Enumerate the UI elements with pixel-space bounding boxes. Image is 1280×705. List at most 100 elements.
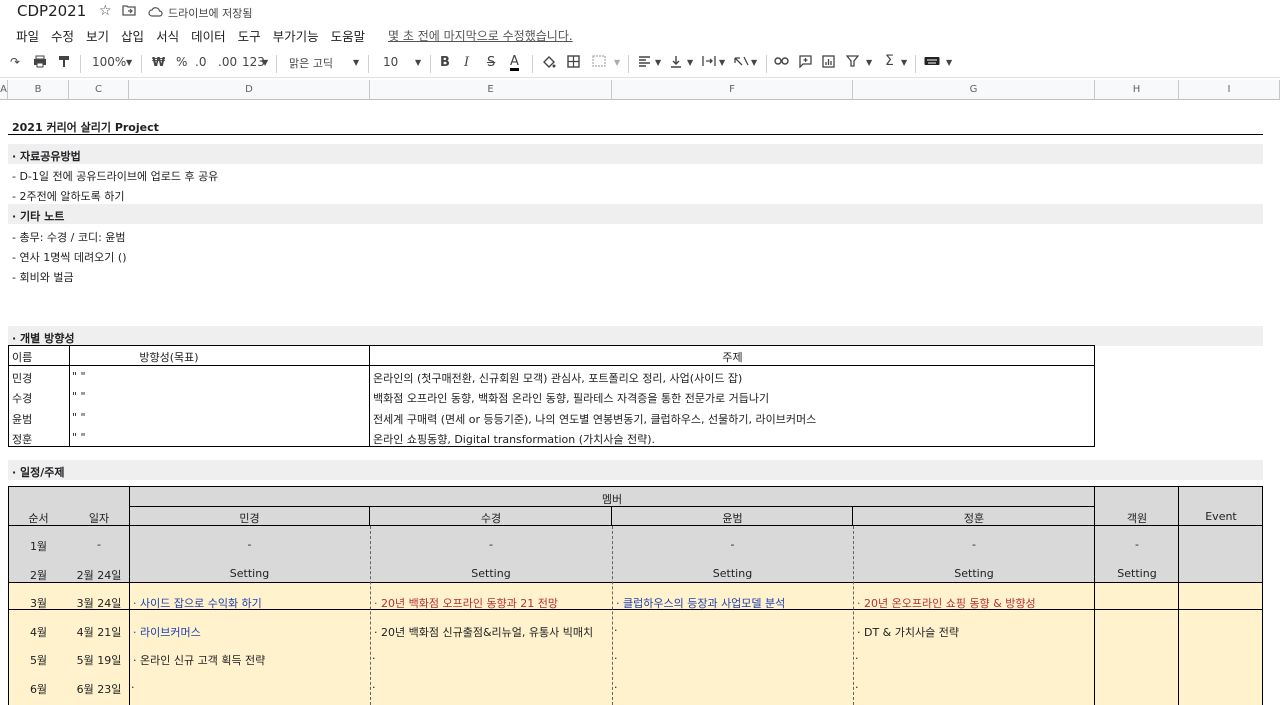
font-size-select[interactable]: 10 [383,55,398,69]
sched-order[interactable]: 3월 [8,595,69,611]
sched-guest[interactable]: - [1095,538,1179,551]
italic-button[interactable]: I [464,55,469,70]
sched-order[interactable]: 2월 [8,567,69,583]
merge-cells-icon[interactable] [592,55,606,70]
sched-header-member-name[interactable]: 민경 [129,510,370,526]
menu-addons[interactable]: 부가기능 [273,26,319,45]
keyboard-icon[interactable] [924,55,940,69]
sched-cell[interactable]: · 20년 백화점 신규출점&리뉴얼, 유통사 빅매치 [374,624,593,640]
section-title-sharing[interactable]: · 자료공유방법 [12,148,81,164]
sched-order[interactable]: 1월 [8,538,69,554]
sched-guest[interactable]: Setting [1095,567,1179,580]
sched-cell[interactable]: - [853,538,1095,551]
sched-cell[interactable]: · [614,681,618,694]
note-line[interactable]: - 회비와 벌금 [12,269,74,285]
sched-cell[interactable]: · [855,681,859,694]
column-header-i[interactable]: I [1179,80,1280,100]
sched-header-order[interactable]: 순서 [8,510,69,526]
section-title-notes[interactable]: · 기타 노트 [12,208,64,224]
column-header-a[interactable]: A [0,80,8,100]
dir-row-name[interactable]: 민경 [12,370,32,386]
note-line[interactable]: - 2주전에 알하도록 하기 [12,188,125,204]
sched-header-date[interactable]: 일자 [69,510,129,526]
section-title-direction[interactable]: · 개별 방향성 [12,330,74,346]
dir-header-name[interactable]: 이름 [12,349,32,365]
insert-link-icon[interactable] [774,55,789,69]
column-header-b[interactable]: B [8,80,69,100]
chevron-down-icon[interactable]: ▼ [262,58,268,67]
sched-cell[interactable]: Setting [612,567,853,580]
sched-date[interactable]: 6월 23일 [69,681,129,697]
text-wrap-icon[interactable] [702,55,716,70]
sched-order[interactable]: 6월 [8,681,69,697]
insert-comment-icon[interactable] [799,55,812,71]
paint-format-icon[interactable] [58,55,70,71]
sched-cell[interactable]: · 온라인 신규 고객 획득 전략 [133,652,265,668]
document-title[interactable]: CDP2021 [17,2,86,20]
dir-row-goal[interactable]: " " [72,411,86,424]
decrease-decimal-button[interactable]: .0 [195,55,206,69]
note-line[interactable]: - D-1일 전에 공유드라이브에 업로드 후 공유 [12,168,218,184]
project-title[interactable]: 2021 커리어 살리기 Project [12,119,159,135]
dir-row-topic[interactable]: 온라인 쇼핑동향, Digital transformation (가치사슬 전… [373,431,655,447]
sched-cell[interactable]: · 클럽하우스의 등장과 사업모델 분석 [616,595,785,611]
dir-row-name[interactable]: 정훈 [12,431,32,447]
strikethrough-button[interactable]: S [487,55,495,70]
sched-date[interactable]: - [69,538,129,551]
dir-row-topic[interactable]: 전세계 구매력 (면세 or 등등기준), 나의 연도별 연봉변동기, 클럽하우… [373,411,816,427]
sched-cell[interactable]: - [612,538,853,551]
vertical-align-icon[interactable] [670,55,682,71]
sched-cell[interactable]: · [372,681,376,694]
note-line[interactable]: - 연사 1명씩 데려오기 () [12,249,127,265]
sched-date[interactable]: 3월 24일 [69,595,129,611]
sched-cell[interactable]: Setting [370,567,612,580]
chevron-down-icon[interactable]: ▼ [901,58,907,67]
percent-format-button[interactable]: % [176,55,187,69]
dir-row-goal[interactable]: " " [72,370,86,383]
note-line[interactable]: - 총무: 수경 / 코디: 윤범 [12,229,126,245]
dir-row-name[interactable]: 윤범 [12,411,32,427]
move-folder-icon[interactable] [122,4,136,20]
chevron-down-icon[interactable]: ▼ [687,58,693,67]
chevron-down-icon[interactable]: ▼ [614,58,620,67]
cloud-saved-icon[interactable] [148,5,163,21]
sched-cell[interactable]: · 사이드 잡으로 수익화 하기 [133,595,262,611]
dir-row-topic[interactable]: 온라인의 (첫구매전환, 신규회원 모객) 관심사, 포트폴리오 정리, 사업(… [373,370,742,386]
dir-row-name[interactable]: 수경 [12,390,32,406]
sched-cell[interactable]: · [131,681,135,694]
menu-insert[interactable]: 삽입 [121,26,144,45]
chevron-down-icon[interactable]: ▼ [415,58,421,67]
sched-cell[interactable]: · 20년 백화점 오프라인 동향과 21 전망 [374,595,558,611]
sched-cell[interactable]: - [370,538,612,551]
sched-date[interactable]: 4월 21일 [69,624,129,640]
sched-cell[interactable]: · DT & 가치사슬 전략 [857,624,959,640]
sched-header-event[interactable]: Event [1179,510,1263,523]
functions-button[interactable]: Σ [885,53,894,69]
star-icon[interactable]: ☆ [99,3,112,19]
last-edit-link[interactable]: 몇 초 전에 마지막으로 수정했습니다. [388,27,573,44]
zoom-select[interactable]: 100% [92,55,126,69]
sched-cell[interactable]: · 20년 온오프라인 쇼핑 동향 & 방향성 [857,595,1036,611]
redo-icon[interactable]: ↷ [10,55,20,69]
sched-order[interactable]: 5월 [8,652,69,668]
bold-button[interactable]: B [440,55,450,70]
chevron-down-icon[interactable]: ▼ [655,58,661,67]
text-color-button[interactable]: A [510,55,519,71]
section-title-schedule[interactable]: · 일정/주제 [12,464,65,480]
sched-cell[interactable]: · [614,652,618,665]
text-rotation-icon[interactable] [734,55,749,70]
chevron-down-icon[interactable]: ▼ [719,58,725,67]
borders-icon[interactable] [567,55,580,71]
dir-row-goal[interactable]: " " [72,431,86,444]
dir-header-topic[interactable]: 주제 [370,349,1095,365]
chevron-down-icon[interactable]: ▼ [866,58,872,67]
sched-cell[interactable]: · [372,652,376,665]
currency-format-button[interactable]: ₩ [152,55,165,69]
sched-header-member[interactable]: 멤버 [129,491,1095,507]
align-left-icon[interactable] [638,55,651,70]
sched-header-member-name[interactable]: 수경 [370,510,612,526]
font-select[interactable]: 맑은 고딕 [289,55,333,71]
sched-date[interactable]: 2월 24일 [69,567,129,583]
menu-edit[interactable]: 수정 [51,26,74,45]
sched-cell[interactable]: · [855,652,859,665]
